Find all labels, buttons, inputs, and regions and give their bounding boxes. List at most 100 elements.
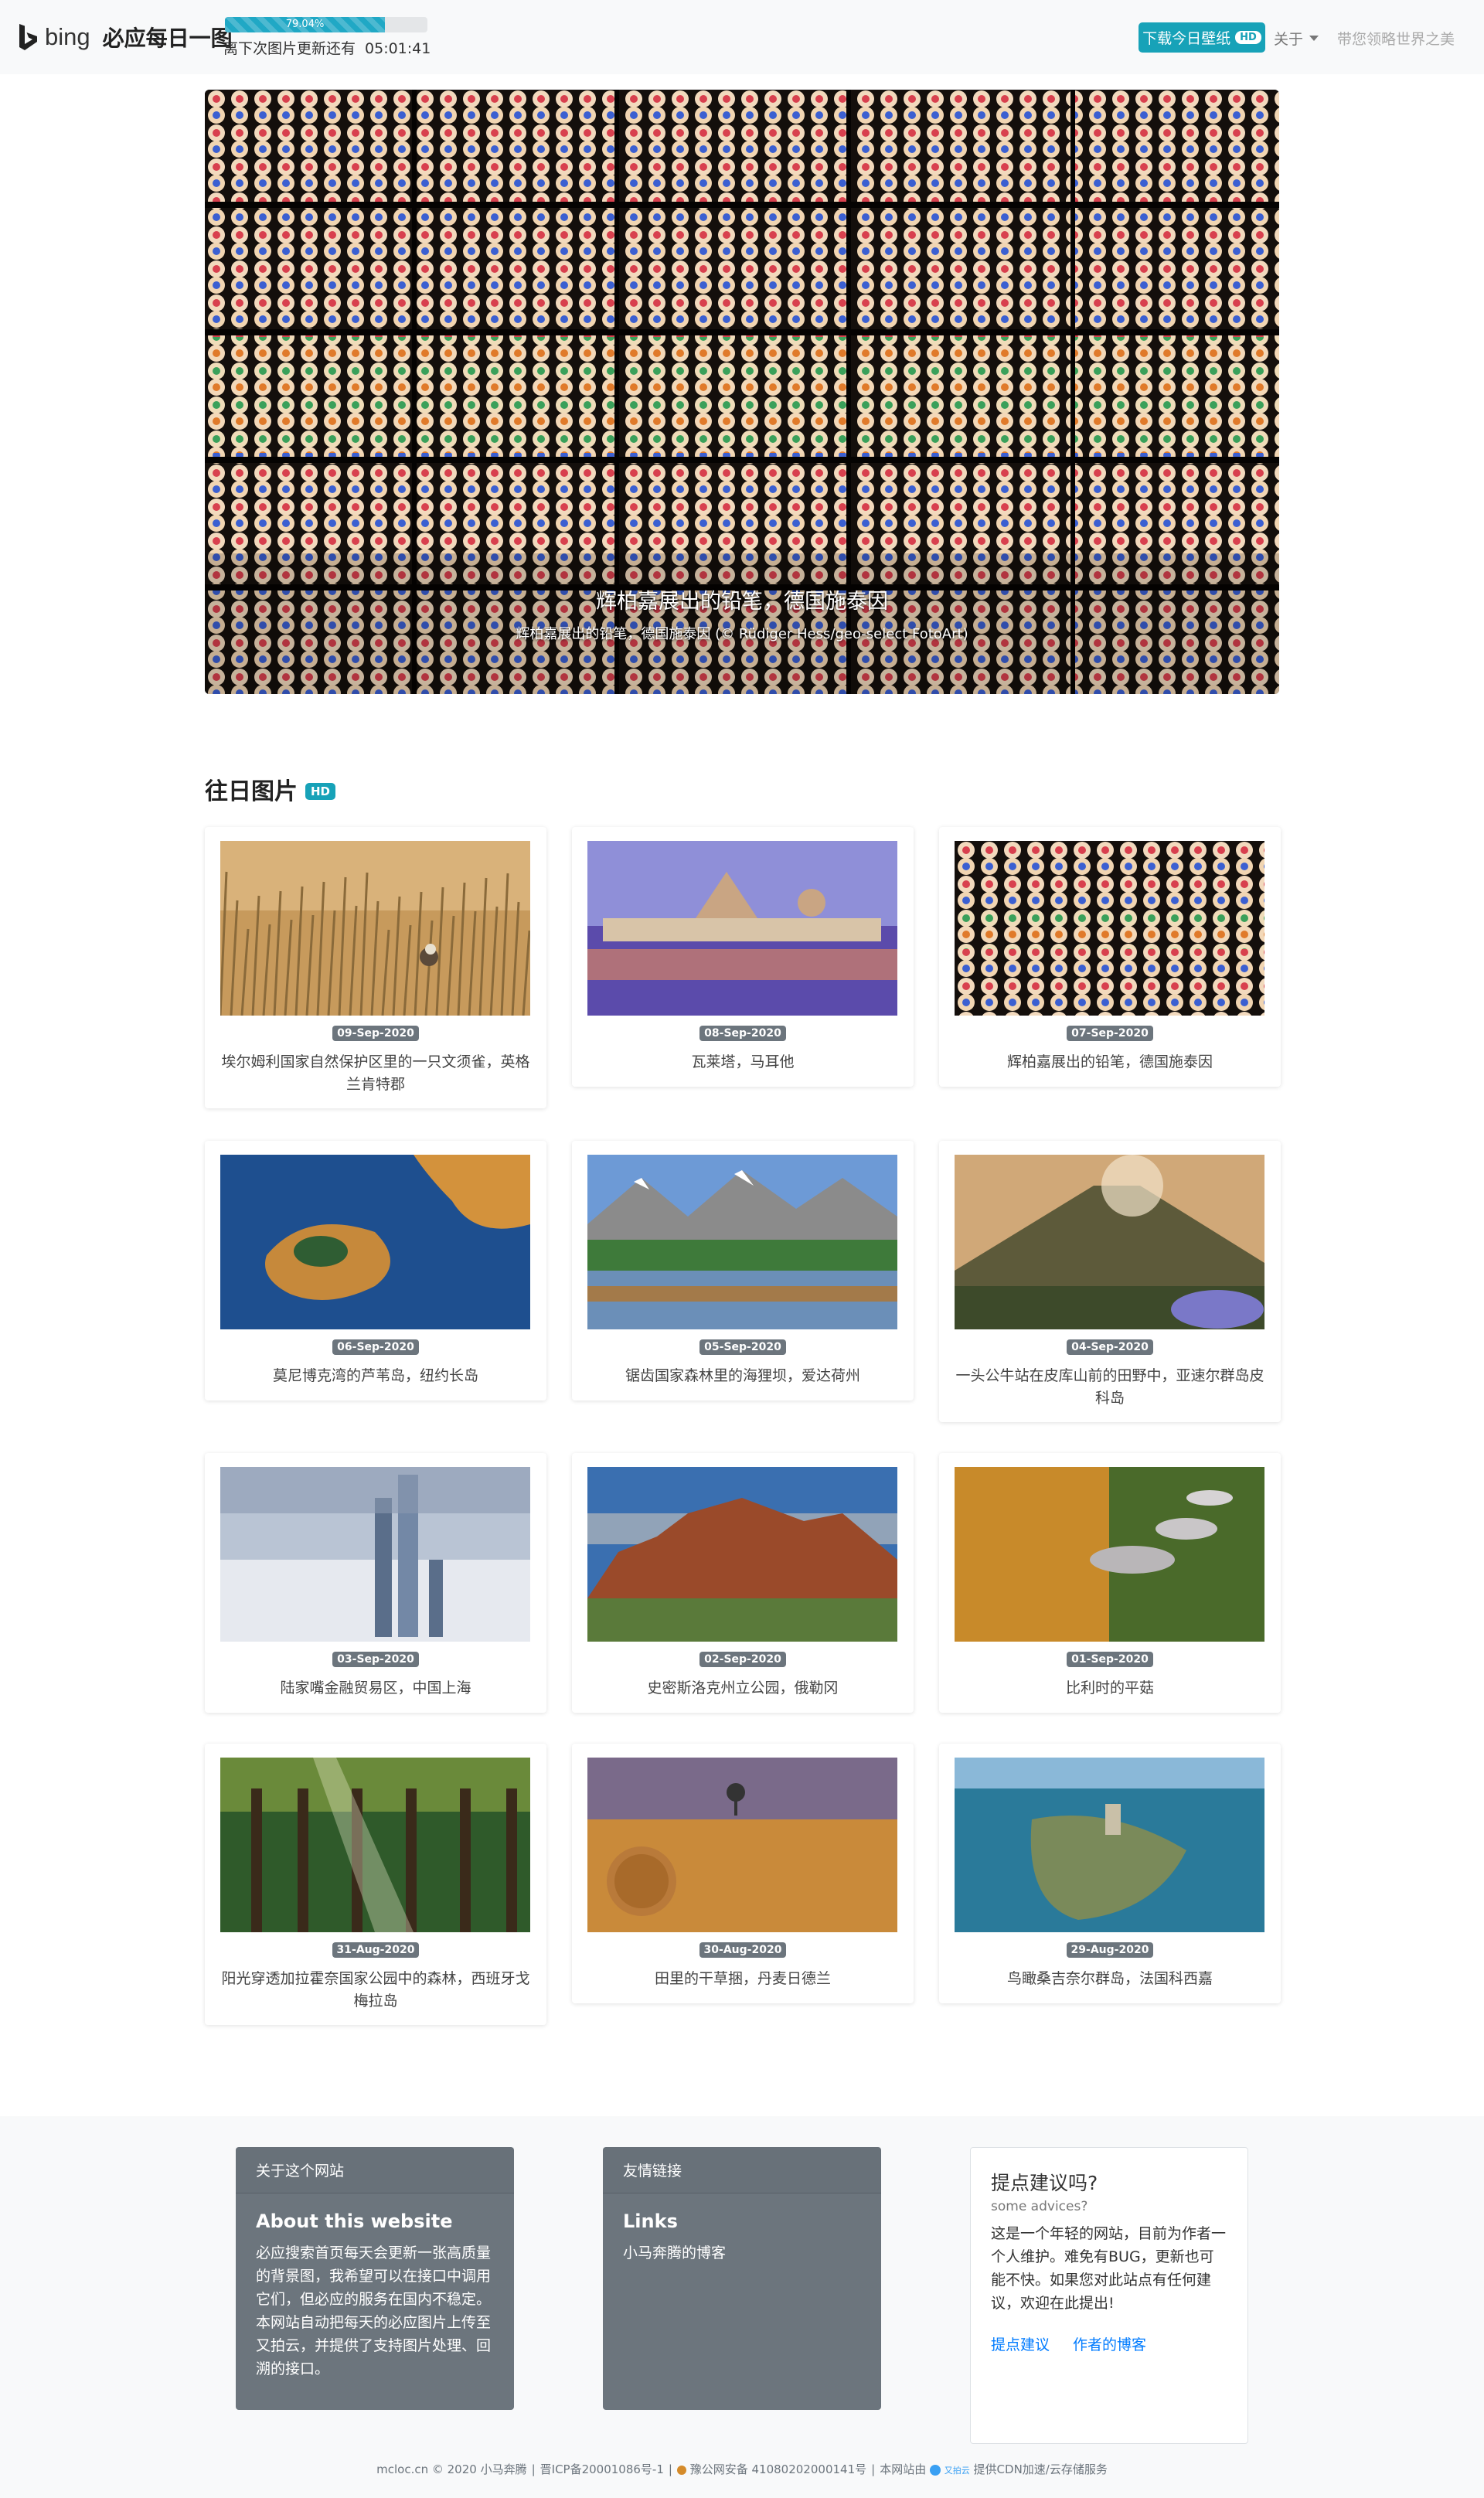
date-label: 06-Sep-2020 [332,1339,419,1355]
progress-label: 79.04% [285,19,325,30]
date-badge: 03-Sep-2020 [205,1651,546,1667]
date-label: 08-Sep-2020 [699,1026,786,1041]
island-photo[interactable] [220,1155,530,1329]
gallery-card[interactable]: 05-Sep-2020 锯齿国家森林里的海狸坝，爱达荷州 [572,1141,914,1400]
hero-carousel[interactable]: 辉柏嘉展出的铅笔，德国施泰因 辉柏嘉展出的铅笔，德国施泰因 (© Rüdiger… [205,90,1279,694]
forest-photo[interactable] [220,1758,530,1932]
hay-bale-photo[interactable] [587,1758,897,1932]
author-blog-link[interactable]: 作者的博客 [1073,2333,1146,2354]
date-label: 09-Sep-2020 [332,1026,419,1041]
gallery-card[interactable]: 01-Sep-2020 比利时的平菇 [939,1453,1281,1713]
card-title[interactable]: 瓦莱塔，马耳他 [586,1051,900,1074]
gallery-card[interactable]: 08-Sep-2020 瓦莱塔，马耳他 [572,827,914,1087]
copyright-site: mcloc.cn © 2020 小马奔腾 [376,2462,527,2476]
date-label: 30-Aug-2020 [699,1942,787,1958]
card-title[interactable]: 锯齿国家森林里的海狸坝，爱达荷州 [586,1365,900,1387]
rock-canyon-photo[interactable] [587,1467,897,1642]
card-title[interactable]: 陆家嘴金融贸易区，中国上海 [219,1677,533,1700]
about-card-title: About this website [256,2210,453,2232]
card-title[interactable]: 辉柏嘉展出的铅笔，德国施泰因 [953,1051,1267,1074]
pencils-photo[interactable] [955,841,1264,1016]
brand-text: bing [45,23,90,50]
date-badge: 05-Sep-2020 [572,1339,914,1355]
date-label: 07-Sep-2020 [1067,1026,1153,1041]
footer: 关于这个网站 About this website 必应搜索首页每天会更新一张高… [0,2116,1484,2498]
card-title[interactable]: 史密斯洛克州立公园，俄勒冈 [586,1677,900,1700]
card-title[interactable]: 埃尔姆利国家自然保护区里的一只文须雀，英格兰肯特郡 [219,1051,533,1096]
coast-tower-photo[interactable] [955,1758,1264,1932]
card-title[interactable]: 鸟瞰桑吉奈尔群岛，法国科西嘉 [953,1968,1267,1990]
date-label: 04-Sep-2020 [1067,1339,1153,1355]
cdn-suffix: 提供CDN加速/云存储服务 [973,2462,1108,2476]
brand[interactable]: bing 必应每日一图 [17,22,233,53]
advice-subtitle: some advices? [991,2199,1088,2214]
date-label: 03-Sep-2020 [332,1652,419,1667]
cdn-logo-text: 又拍云 [944,2466,970,2476]
about-card-text: 必应搜索首页每天会更新一张高质量的背景图，我希望可以在接口中调用它们，但必应的服… [256,2244,492,2377]
update-progress: 79.04% [225,17,427,32]
date-badge: 06-Sep-2020 [205,1339,546,1355]
gallery-card[interactable]: 09-Sep-2020 埃尔姆利国家自然保护区里的一只文须雀，英格兰肯特郡 [205,827,546,1108]
date-label: 31-Aug-2020 [332,1942,420,1958]
date-label: 05-Sep-2020 [699,1339,786,1355]
about-label: 关于 [1274,31,1304,48]
date-badge: 04-Sep-2020 [939,1339,1281,1355]
gallery-card[interactable]: 06-Sep-2020 莫尼博克湾的芦苇岛，纽约长岛 [205,1141,546,1400]
date-label: 29-Aug-2020 [1066,1942,1154,1958]
about-dropdown[interactable]: 关于 [1274,28,1319,49]
gallery-card[interactable]: 04-Sep-2020 一头公牛站在皮库山前的田野中，亚速尔群岛皮科岛 [939,1141,1281,1422]
gallery-card[interactable]: 29-Aug-2020 鸟瞰桑吉奈尔群岛，法国科西嘉 [939,1744,1281,2003]
bing-logo-icon [19,24,37,50]
volcano-photo[interactable] [955,1155,1264,1329]
mountain-lake-photo[interactable] [587,1155,897,1329]
navbar: bing 必应每日一图 79.04% 离下次图片更新还有 05:01:41 下载今… [0,0,1484,74]
skyscraper-photo[interactable] [220,1467,530,1642]
countdown: 离下次图片更新还有 05:01:41 [223,37,431,58]
gallery-card[interactable]: 03-Sep-2020 陆家嘴金融贸易区，中国上海 [205,1453,546,1713]
gallery-card[interactable]: 30-Aug-2020 田里的干草捆，丹麦日德兰 [572,1744,914,2003]
card-title[interactable]: 阳光穿透加拉霍奈国家公园中的森林，西班牙戈梅拉岛 [219,1968,533,2013]
date-badge: 31-Aug-2020 [205,1942,546,1958]
date-badge: 08-Sep-2020 [572,1025,914,1041]
links-card: 友情链接 Links 小马奔腾的博客 [603,2147,881,2410]
copyright-bar: mcloc.cn © 2020 小马奔腾 | 晋ICP备20001086号-1 | 豫… [376,2462,1108,2476]
gallery-heading: 往日图片 HD [205,772,336,806]
about-card-header: 关于这个网站 [236,2147,514,2193]
card-title[interactable]: 一头公牛站在皮库山前的田野中，亚速尔群岛皮科岛 [953,1365,1267,1410]
card-title[interactable]: 田里的干草捆，丹麦日德兰 [586,1968,900,1990]
hero-subtitle: 辉柏嘉展出的铅笔，德国施泰因 (© Rüdiger Hess/geo-selec… [516,626,968,642]
date-badge: 09-Sep-2020 [205,1025,546,1041]
friend-link[interactable]: 小马奔腾的博客 [623,2241,861,2265]
gallery-hd-badge: HD [305,783,336,800]
gallery-card[interactable]: 02-Sep-2020 史密斯洛克州立公园，俄勒冈 [572,1453,914,1713]
card-title[interactable]: 莫尼博克湾的芦苇岛，纽约长岛 [219,1365,533,1387]
links-card-title: Links [623,2210,678,2232]
chevron-down-icon [1309,36,1319,41]
date-label: 02-Sep-2020 [699,1652,786,1667]
reed-bird-photo[interactable] [220,841,530,1016]
police-record-link[interactable]: 豫公网安备 41080202000141号 [690,2462,866,2476]
date-badge: 01-Sep-2020 [939,1651,1281,1667]
advice-card: 提点建议吗? some advices? 这是一个年轻的网站，目前为作者一个人维… [970,2147,1248,2444]
date-badge: 02-Sep-2020 [572,1651,914,1667]
site-title: 必应每日一图 [102,26,233,51]
card-title[interactable]: 比利时的平菇 [953,1677,1267,1700]
mushroom-photo[interactable] [955,1467,1264,1642]
slogan: 带您领略世界之美 [1337,31,1455,48]
city-harbor-photo[interactable] [587,841,897,1016]
icp-link[interactable]: 晋ICP备20001086号-1 [540,2462,664,2476]
date-badge: 30-Aug-2020 [572,1942,914,1958]
gallery-title: 往日图片 [205,778,298,805]
date-badge: 29-Aug-2020 [939,1942,1281,1958]
gallery-card[interactable]: 07-Sep-2020 辉柏嘉展出的铅笔，德国施泰因 [939,827,1281,1087]
gallery-card[interactable]: 31-Aug-2020 阳光穿透加拉霍奈国家公园中的森林，西班牙戈梅拉岛 [205,1744,546,2025]
links-card-header: 友情链接 [603,2147,881,2193]
advice-link[interactable]: 提点建议 [991,2333,1050,2354]
cdn-prefix: 本网站由 [880,2462,927,2476]
advice-text: 这是一个年轻的网站，目前为作者一个人维护。难免有BUG，更新也可能不快。如果您对… [991,2225,1227,2312]
police-badge-icon [676,2465,686,2475]
countdown-label: 离下次图片更新还有 [223,40,356,57]
download-label: 下载今日壁纸 [1142,30,1231,47]
download-today-button[interactable]: 下载今日壁纸 HD [1139,22,1265,53]
hd-badge: HD [1235,31,1261,44]
